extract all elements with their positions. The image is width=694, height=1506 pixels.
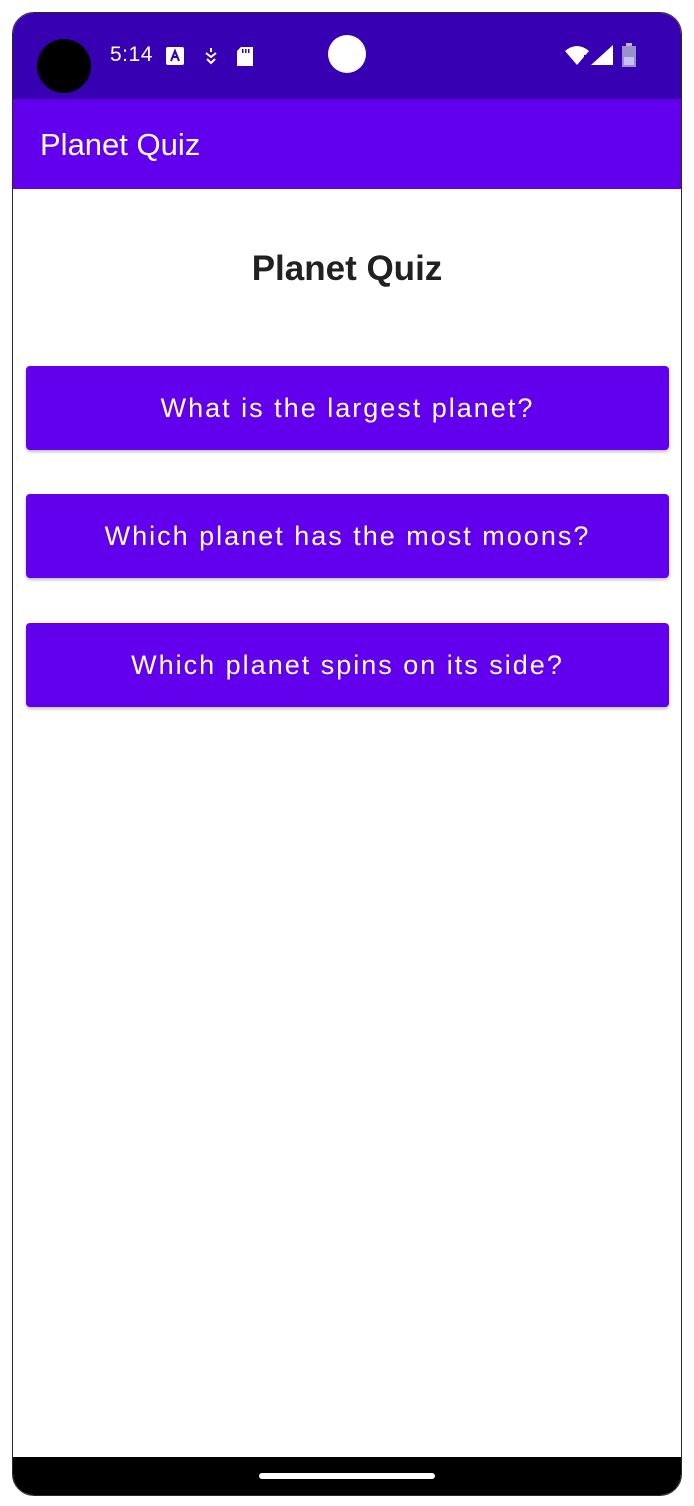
wifi-icon — [564, 45, 590, 70]
question-largest-planet-button[interactable]: What is the largest planet? — [26, 366, 669, 450]
sd-card-icon — [237, 47, 253, 71]
front-sensor-dot — [328, 35, 366, 73]
app-bar: Planet Quiz — [13, 99, 681, 189]
vpn-key-icon — [203, 47, 219, 70]
camera-cutout — [37, 39, 91, 93]
app-bar-title: Planet Quiz — [40, 127, 201, 162]
battery-icon — [622, 43, 636, 72]
cell-signal-icon — [591, 45, 613, 70]
home-gesture-handle[interactable] — [259, 1473, 435, 1479]
status-bar: 5:14 — [13, 13, 681, 99]
question-spins-on-side-button[interactable]: Which planet spins on its side? — [26, 623, 669, 707]
page-title: Planet Quiz — [251, 249, 443, 288]
status-time: 5:14 — [110, 43, 153, 66]
phone-screen: 5:14 Planet Quiz Planet Quiz What is the… — [12, 12, 682, 1496]
main-content: Planet Quiz What is the largest planet? … — [13, 189, 681, 1457]
navigation-bar — [13, 1457, 681, 1495]
question-most-moons-button[interactable]: Which planet has the most moons? — [26, 494, 669, 578]
font-a-icon — [166, 47, 184, 70]
